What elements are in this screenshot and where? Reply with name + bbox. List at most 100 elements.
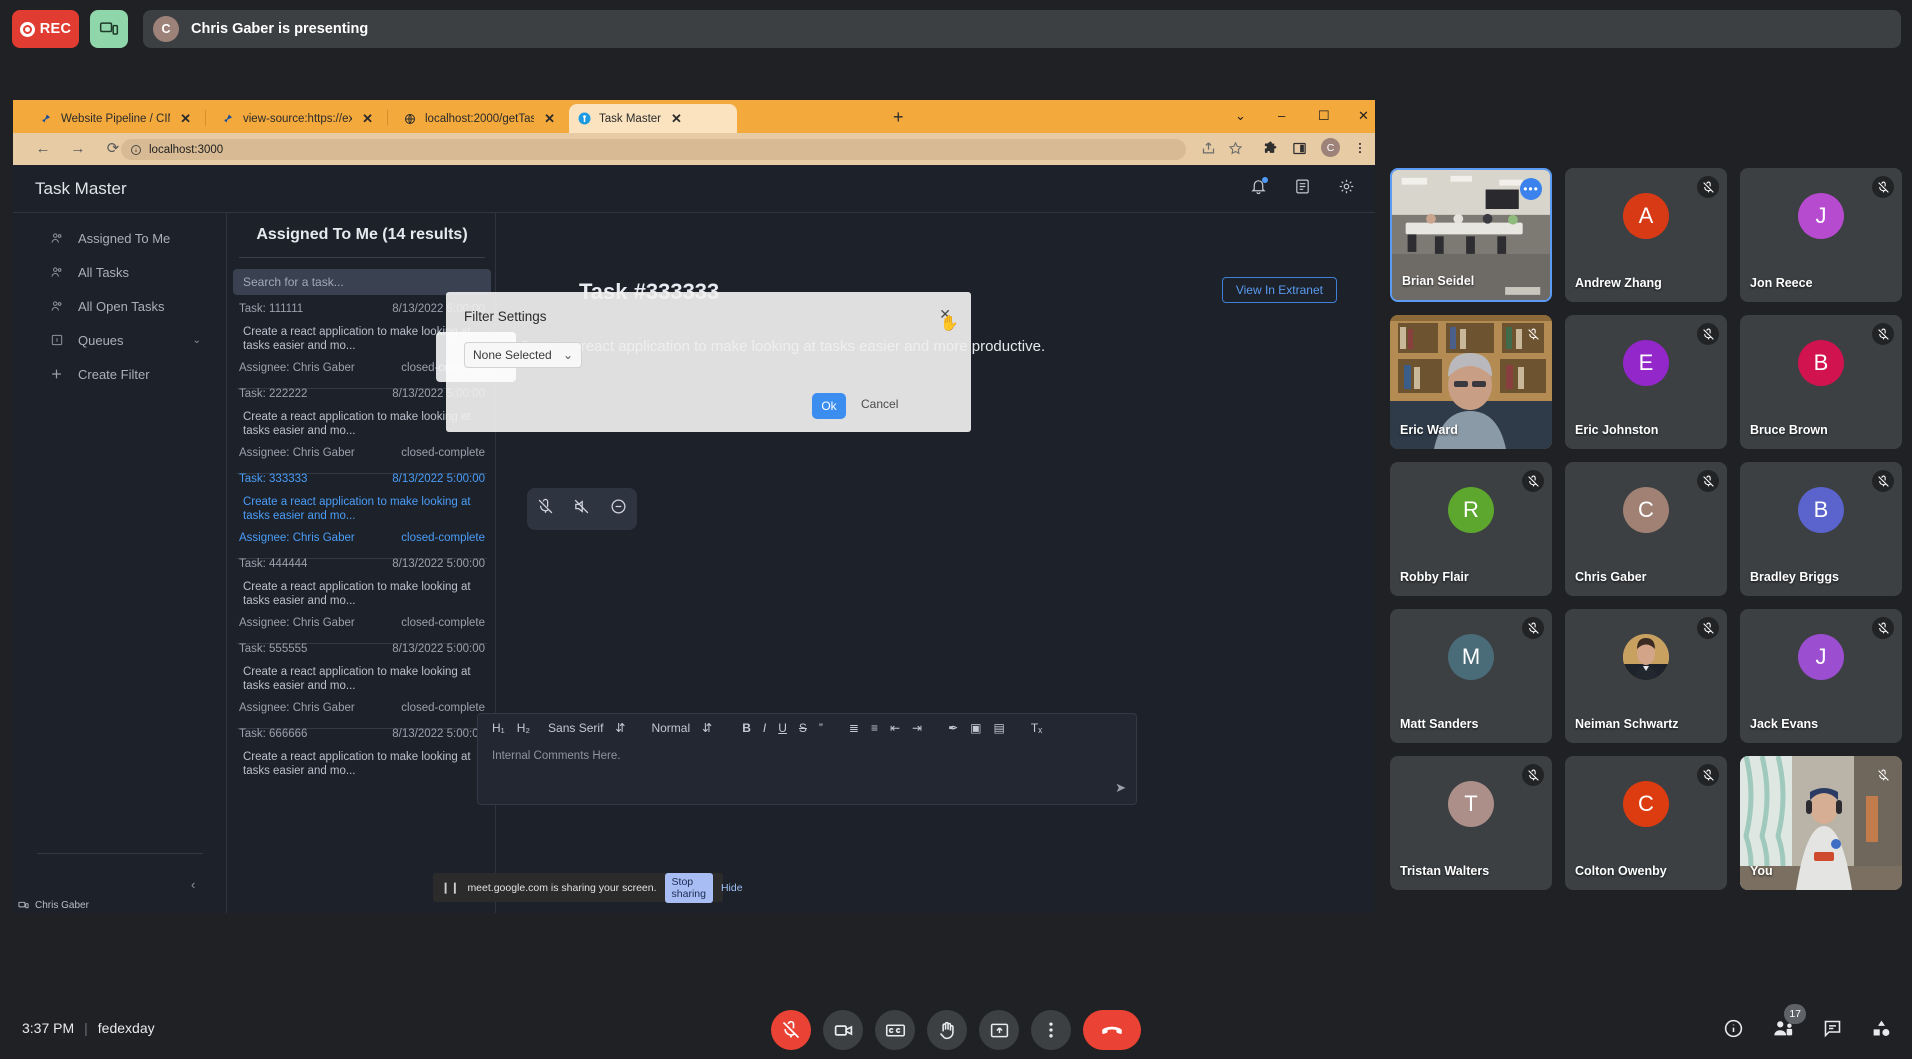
tab-search-chevron-icon[interactable]: ⌄ [1235,108,1246,124]
underline-button[interactable]: U [772,721,793,735]
browser-tab-3-close-icon[interactable]: ✕ [544,112,555,125]
heading2-button[interactable]: H₂ [511,721,536,735]
font-size-select[interactable]: Normal [645,721,696,735]
participant-tile-colton-owenby[interactable]: C Colton Owenby [1565,756,1727,890]
window-close-button[interactable]: ✕ [1358,108,1369,124]
bold-button[interactable]: B [736,721,757,735]
browser-tab-3[interactable]: localhost:2000/getTaskList ✕ [395,104,563,133]
sidebar-item-queues[interactable]: Queues ⌄ [13,323,225,357]
sidebar-collapse-button[interactable]: ‹ [191,877,195,892]
browser-tab-4-active[interactable]: Task Master ✕ [569,104,737,133]
browser-tab-1[interactable]: Website Pipeline / CIMcloud Das ✕ [31,104,199,133]
clear-formatting-button[interactable]: Tₓ [1025,721,1048,735]
page-title: Task Master [35,179,127,198]
blockquote-button[interactable]: ” [813,721,829,735]
task-list-item-3-selected[interactable]: Task: 333333 8/13/2022 5:00:00 Create a … [227,473,497,544]
participant-tile-brian-seidel[interactable]: ••• Brian Seidel [1390,168,1552,302]
bullet-list-button[interactable]: ≡ [865,721,884,735]
font-family-stepper-icon[interactable]: ⇵ [609,721,631,735]
mic-off-icon[interactable] [537,498,554,520]
hide-share-notice-button[interactable]: Hide [721,882,743,894]
participant-tile-jack-evans[interactable]: J Jack Evans [1740,609,1902,743]
cancel-button[interactable]: Cancel [861,397,898,411]
presenting-toggle-button[interactable] [90,10,128,48]
camera-button[interactable] [823,1010,863,1050]
meeting-details-button[interactable] [1723,1018,1744,1044]
participant-tile-eric-johnston[interactable]: E Eric Johnston [1565,315,1727,449]
notes-icon[interactable] [1294,178,1311,200]
participant-name: Jon Reece [1750,276,1813,290]
task-list-item-5[interactable]: Task: 555555 8/13/2022 5:00:00 Create a … [227,643,497,714]
address-bar[interactable]: localhost:3000 [121,139,1186,160]
task-list-item-6[interactable]: Task: 666666 8/13/2022 5:00:00 Create a … [227,728,497,778]
browser-tab-2-close-icon[interactable]: ✕ [362,112,373,125]
participant-tile-self-you[interactable]: You [1740,756,1902,890]
indent-button[interactable]: ⇥ [906,721,928,735]
app-header-icons [1250,177,1355,200]
italic-button[interactable]: I [757,721,772,735]
window-minimize-button[interactable]: – [1278,108,1285,123]
chevron-down-icon[interactable]: ⌄ [193,335,201,346]
present-button[interactable] [979,1010,1019,1050]
stop-sharing-button[interactable]: Stop sharing [664,872,713,903]
more-options-button[interactable] [1031,1010,1071,1050]
captions-button[interactable] [875,1010,915,1050]
font-family-select[interactable]: Sans Serif [542,721,609,735]
send-comment-icon[interactable]: ➤ [1115,780,1126,796]
participant-tile-jon-reece[interactable]: J Jon Reece [1740,168,1902,302]
sidebar-item-create-filter[interactable]: Create Filter [13,357,225,391]
more-options-icon[interactable]: ••• [1520,178,1542,200]
participant-tile-matt-sanders[interactable]: M Matt Sanders [1390,609,1552,743]
participant-tile-bradley-briggs[interactable]: B Bradley Briggs [1740,462,1902,596]
participant-tile-andrew-zhang[interactable]: A Andrew Zhang [1565,168,1727,302]
filter-select[interactable]: None Selected ⌄ [464,342,582,368]
view-in-extranet-button[interactable]: View In Extranet [1221,277,1337,303]
participant-tile-neiman-schwartz[interactable]: Neiman Schwartz [1565,609,1727,743]
sidebar-item-all-open-tasks[interactable]: All Open Tasks [13,289,225,323]
notifications-bell-icon[interactable] [1250,177,1268,200]
gear-icon[interactable] [1338,178,1355,200]
minus-circle-icon[interactable] [610,498,627,520]
share-icon[interactable] [1201,141,1216,161]
chat-button[interactable] [1822,1018,1843,1044]
comment-editor[interactable]: H₁ H₂ Sans Serif ⇵ Normal ⇵ B I U S ” ≣ … [477,713,1137,805]
speaker-off-icon[interactable] [573,498,590,520]
participant-tile-chris-gaber[interactable]: C Chris Gaber [1565,462,1727,596]
heading1-button[interactable]: H₁ [486,721,511,735]
browser-tab-1-close-icon[interactable]: ✕ [180,112,191,125]
profile-avatar[interactable]: C [1321,138,1340,157]
font-size-stepper-icon[interactable]: ⇵ [696,721,718,735]
attach-link-button[interactable]: ✒ [942,721,964,735]
people-button[interactable]: 17 [1772,1004,1806,1044]
mic-off-button[interactable] [771,1010,811,1050]
outdent-button[interactable]: ⇤ [884,721,906,735]
back-icon[interactable]: ← [35,141,51,157]
browser-tab-2[interactable]: view-source:https://extranet.web ✕ [213,104,381,133]
bookmark-star-icon[interactable] [1228,141,1243,161]
sidebar-item-assigned-to-me[interactable]: Assigned To Me [13,221,225,255]
recording-indicator[interactable]: REC [12,10,79,48]
ok-button[interactable]: Ok [812,393,846,419]
reload-icon[interactable]: ⟳ [105,141,121,157]
window-maximize-button[interactable]: ☐ [1318,108,1330,124]
chrome-menu-kebab-icon[interactable] [1353,141,1367,160]
browser-tab-4-close-icon[interactable]: ✕ [671,112,682,125]
share-pill: Chris Gaber [18,900,89,911]
activities-button[interactable] [1871,1018,1892,1044]
participant-tile-eric-ward[interactable]: Eric Ward [1390,315,1552,449]
sidebar-toggle-icon[interactable] [1292,141,1307,161]
task-list-item-4[interactable]: Task: 444444 8/13/2022 5:00:00 Create a … [227,558,497,629]
insert-image-button[interactable]: ▣ [964,721,987,735]
new-tab-button[interactable]: + [893,108,904,126]
raise-hand-button[interactable] [927,1010,967,1050]
participant-tile-robby-flair[interactable]: R Robby Flair [1390,462,1552,596]
strikethrough-button[interactable]: S [793,721,813,735]
sidebar-item-all-tasks[interactable]: All Tasks [13,255,225,289]
participant-tile-bruce-brown[interactable]: B Bruce Brown [1740,315,1902,449]
extensions-puzzle-icon[interactable] [1263,141,1278,161]
insert-video-button[interactable]: ▤ [988,721,1011,735]
forward-icon[interactable]: → [70,141,86,157]
end-call-button[interactable] [1083,1010,1141,1050]
ordered-list-button[interactable]: ≣ [843,721,865,735]
participant-tile-tristan-walters[interactable]: T Tristan Walters [1390,756,1552,890]
